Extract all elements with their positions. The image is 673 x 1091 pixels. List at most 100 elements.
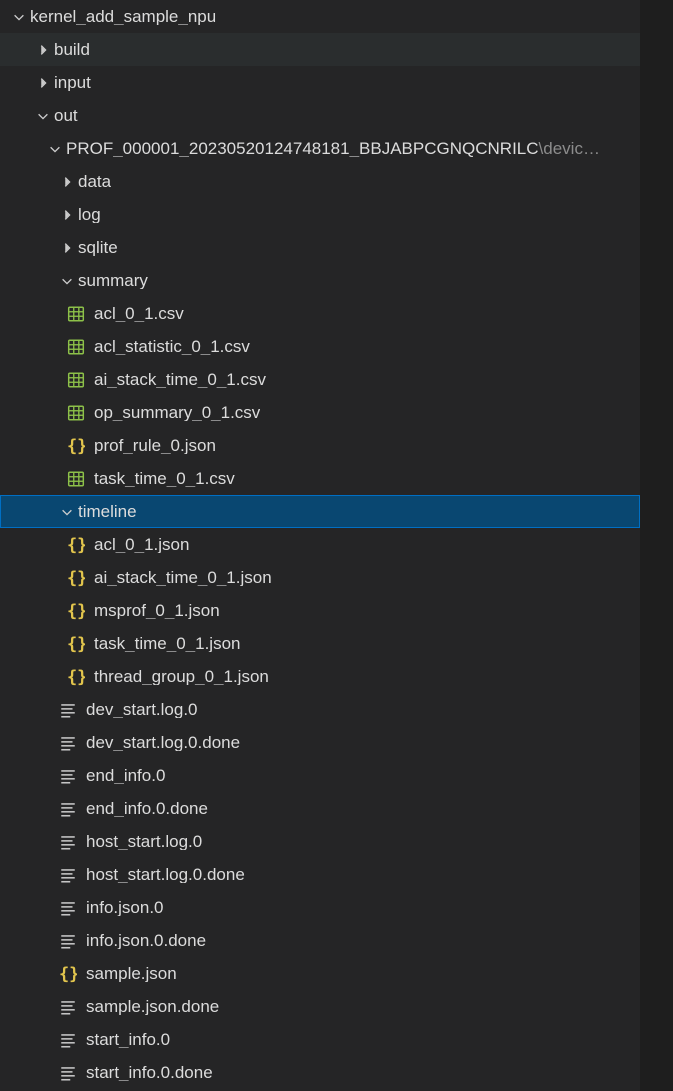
chevron-right-icon <box>58 239 76 257</box>
folder-sqlite[interactable]: sqlite <box>0 231 640 264</box>
file-label: host_start.log.0.done <box>86 866 245 883</box>
json-icon <box>66 436 86 456</box>
folder-label: out <box>54 107 78 124</box>
chevron-right-icon <box>34 41 52 59</box>
vertical-scrollbar[interactable] <box>659 0 673 1091</box>
file-label: sample.json <box>86 965 177 982</box>
text-file-icon <box>58 997 78 1017</box>
file-label: acl_0_1.csv <box>94 305 184 322</box>
folder-build[interactable]: build <box>0 33 640 66</box>
file-label: start_info.0.done <box>86 1064 213 1081</box>
json-icon <box>58 964 78 984</box>
file-label: end_info.0.done <box>86 800 208 817</box>
csv-icon <box>66 337 86 357</box>
file-item[interactable]: ai_stack_time_0_1.json <box>0 561 640 594</box>
file-label: prof_rule_0.json <box>94 437 216 454</box>
folder-label: log <box>78 206 101 223</box>
file-item[interactable]: task_time_0_1.json <box>0 627 640 660</box>
chevron-down-icon <box>58 503 76 521</box>
file-item[interactable]: op_summary_0_1.csv <box>0 396 640 429</box>
folder-label: PROF_000001_20230520124748181_BBJABPCGNQ… <box>66 140 600 157</box>
file-item[interactable]: thread_group_0_1.json <box>0 660 640 693</box>
chevron-down-icon <box>34 107 52 125</box>
json-icon <box>66 568 86 588</box>
file-label: ai_stack_time_0_1.json <box>94 569 272 586</box>
file-item[interactable]: acl_0_1.json <box>0 528 640 561</box>
folder-label: input <box>54 74 91 91</box>
folder-label: timeline <box>78 503 137 520</box>
file-label: msprof_0_1.json <box>94 602 220 619</box>
folder-data[interactable]: data <box>0 165 640 198</box>
chevron-right-icon <box>34 74 52 92</box>
folder-label: data <box>78 173 111 190</box>
file-label: start_info.0 <box>86 1031 170 1048</box>
text-file-icon <box>58 766 78 786</box>
file-item[interactable]: end_info.0 <box>0 759 640 792</box>
text-file-icon <box>58 1063 78 1083</box>
chevron-right-icon <box>58 173 76 191</box>
file-label: task_time_0_1.json <box>94 635 240 652</box>
file-explorer-tree[interactable]: kernel_add_sample_npu build input out PR… <box>0 0 640 1091</box>
file-item[interactable]: msprof_0_1.json <box>0 594 640 627</box>
chevron-down-icon <box>10 8 28 26</box>
file-item[interactable]: info.json.0.done <box>0 924 640 957</box>
file-label: op_summary_0_1.csv <box>94 404 260 421</box>
csv-icon <box>66 370 86 390</box>
text-file-icon <box>58 865 78 885</box>
file-item[interactable]: host_start.log.0 <box>0 825 640 858</box>
folder-label: kernel_add_sample_npu <box>30 8 216 25</box>
file-item[interactable]: sample.json.done <box>0 990 640 1023</box>
folder-summary[interactable]: summary <box>0 264 640 297</box>
folder-label: build <box>54 41 90 58</box>
text-file-icon <box>58 832 78 852</box>
file-label: task_time_0_1.csv <box>94 470 235 487</box>
text-file-icon <box>58 1030 78 1050</box>
file-item[interactable]: start_info.0 <box>0 1023 640 1056</box>
file-item[interactable]: sample.json <box>0 957 640 990</box>
json-icon <box>66 634 86 654</box>
csv-icon <box>66 304 86 324</box>
folder-prof[interactable]: PROF_000001_20230520124748181_BBJABPCGNQ… <box>0 132 640 165</box>
file-item[interactable]: acl_statistic_0_1.csv <box>0 330 640 363</box>
file-item[interactable]: ai_stack_time_0_1.csv <box>0 363 640 396</box>
file-item[interactable]: info.json.0 <box>0 891 640 924</box>
chevron-down-icon <box>58 272 76 290</box>
file-item[interactable]: dev_start.log.0.done <box>0 726 640 759</box>
file-label: acl_statistic_0_1.csv <box>94 338 250 355</box>
file-item[interactable]: acl_0_1.csv <box>0 297 640 330</box>
file-item[interactable]: dev_start.log.0 <box>0 693 640 726</box>
folder-log[interactable]: log <box>0 198 640 231</box>
text-file-icon <box>58 931 78 951</box>
json-icon <box>66 601 86 621</box>
file-label: end_info.0 <box>86 767 165 784</box>
file-item[interactable]: task_time_0_1.csv <box>0 462 640 495</box>
file-label: dev_start.log.0.done <box>86 734 240 751</box>
file-item[interactable]: prof_rule_0.json <box>0 429 640 462</box>
folder-input[interactable]: input <box>0 66 640 99</box>
file-item[interactable]: start_info.0.done <box>0 1056 640 1089</box>
folder-label: summary <box>78 272 148 289</box>
json-icon <box>66 667 86 687</box>
csv-icon <box>66 469 86 489</box>
csv-icon <box>66 403 86 423</box>
folder-label: sqlite <box>78 239 118 256</box>
file-item[interactable]: host_start.log.0.done <box>0 858 640 891</box>
folder-root[interactable]: kernel_add_sample_npu <box>0 0 640 33</box>
text-file-icon <box>58 799 78 819</box>
file-label: info.json.0 <box>86 899 164 916</box>
file-label: dev_start.log.0 <box>86 701 198 718</box>
json-icon <box>66 535 86 555</box>
file-label: acl_0_1.json <box>94 536 189 553</box>
file-label: thread_group_0_1.json <box>94 668 269 685</box>
text-file-icon <box>58 700 78 720</box>
file-label: ai_stack_time_0_1.csv <box>94 371 266 388</box>
text-file-icon <box>58 733 78 753</box>
folder-out[interactable]: out <box>0 99 640 132</box>
text-file-icon <box>58 898 78 918</box>
chevron-right-icon <box>58 206 76 224</box>
folder-timeline[interactable]: timeline <box>0 495 640 528</box>
file-item[interactable]: end_info.0.done <box>0 792 640 825</box>
file-label: host_start.log.0 <box>86 833 202 850</box>
file-label: sample.json.done <box>86 998 219 1015</box>
chevron-down-icon <box>46 140 64 158</box>
